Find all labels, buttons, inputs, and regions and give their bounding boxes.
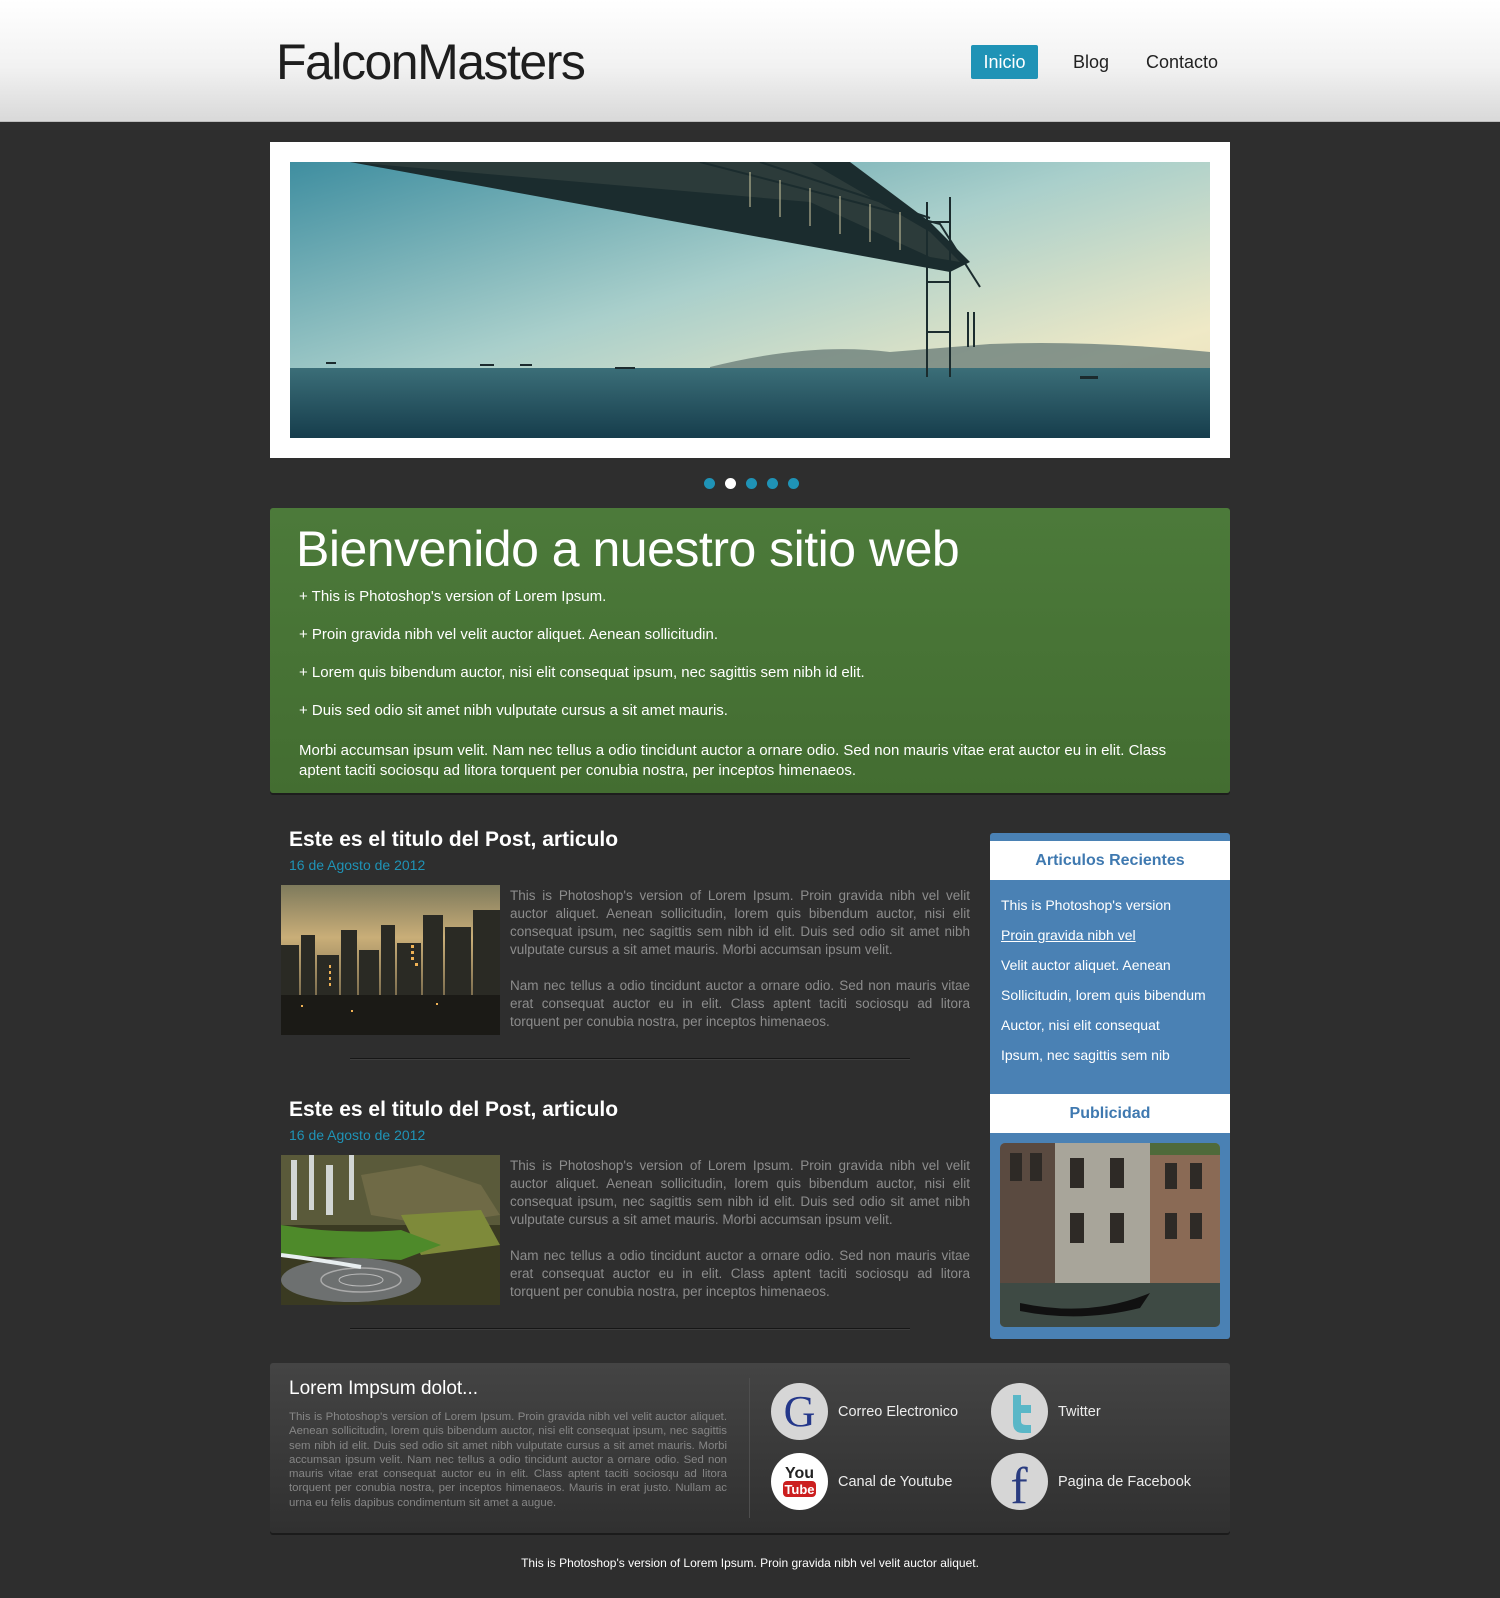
social-label: Correo Electronico [838, 1403, 959, 1420]
social-label: Pagina de Facebook [1058, 1473, 1192, 1490]
ad-image-venice[interactable] [1000, 1143, 1220, 1327]
post-divider [350, 1328, 910, 1330]
site-logo[interactable]: FalconMasters [276, 33, 586, 91]
footer-divider [749, 1378, 750, 1518]
recent-article-link[interactable]: Sollicitudin, lorem quis bibendum [1001, 987, 1206, 1003]
slider-dots [704, 478, 799, 489]
youtube-icon: You Tube [771, 1453, 828, 1510]
post-excerpt: This is Photoshop's version of Lorem Ips… [510, 1158, 970, 1227]
social-facebook-link[interactable]: f Pagina de Facebook [991, 1453, 1191, 1510]
welcome-list-item: + Lorem quis bibendum auctor, nisi elit … [299, 664, 865, 681]
recent-article-link[interactable]: Proin gravida nibh vel [1001, 927, 1136, 943]
welcome-list-item: + This is Photoshop's version of Lorem I… [299, 588, 607, 605]
nav-inicio[interactable]: Inicio [971, 45, 1038, 79]
recent-article-link[interactable]: Velit auctor aliquet. Aenean [1001, 957, 1171, 973]
post-title[interactable]: Este es el titulo del Post, articulo [289, 828, 618, 852]
sidebar: Articulos Recientes This is Photoshop's … [990, 833, 1230, 1339]
recent-article-link[interactable]: Ipsum, nec sagittis sem nib [1001, 1047, 1170, 1063]
social-twitter-link[interactable]: Twitter [991, 1383, 1101, 1440]
recent-articles-heading: Articulos Recientes [990, 841, 1230, 880]
slider-dot[interactable] [767, 478, 778, 489]
welcome-paragraph: Morbi accumsan ipsum velit. Nam nec tell… [299, 742, 1167, 779]
svg-text:f: f [1010, 1458, 1028, 1510]
footer-text: This is Photoshop's version of Lorem Ips… [289, 1411, 727, 1509]
slider-dot-active[interactable] [725, 478, 736, 489]
site-header: FalconMasters Inicio Blog Contacto [0, 0, 1500, 122]
slide-bridge-image [290, 162, 1210, 438]
google-icon: G [771, 1383, 828, 1440]
social-youtube-link[interactable]: You Tube Canal de Youtube [771, 1453, 953, 1510]
post-thumbnail-city[interactable] [281, 885, 500, 1035]
footer-title: Lorem Impsum dolot... [289, 1378, 479, 1399]
footer-panel: Lorem Impsum dolot... This is Photoshop'… [270, 1363, 1230, 1533]
nav-contacto[interactable]: Contacto [1146, 45, 1218, 79]
post-date: 16 de Agosto de 2012 [289, 857, 426, 873]
youtube-tube-text: Tube [784, 1482, 814, 1497]
post-date: 16 de Agosto de 2012 [289, 1127, 426, 1143]
social-label: Canal de Youtube [838, 1473, 953, 1490]
welcome-title: Bienvenido a nuestro sitio web [296, 521, 960, 577]
ad-heading: Publicidad [990, 1094, 1230, 1133]
twitter-icon [991, 1383, 1048, 1440]
post-excerpt: Nam nec tellus a odio tincidunt auctor a… [510, 978, 970, 1029]
welcome-list-item: + Duis sed odio sit amet nibh vulputate … [299, 702, 728, 719]
svg-text:G: G [784, 1387, 816, 1436]
slider-dot[interactable] [788, 478, 799, 489]
slider-dot[interactable] [704, 478, 715, 489]
welcome-list-item: + Proin gravida nibh vel velit auctor al… [299, 626, 719, 643]
youtube-you-text: You [785, 1465, 814, 1482]
post-title[interactable]: Este es el titulo del Post, articulo [289, 1098, 618, 1122]
social-email-link[interactable]: G Correo Electronico [771, 1383, 958, 1440]
slider-dot[interactable] [746, 478, 757, 489]
copyright-text: This is Photoshop's version of Lorem Ips… [521, 1556, 979, 1570]
welcome-panel: Bienvenido a nuestro sitio web + This is… [270, 508, 1230, 793]
recent-article-link[interactable]: This is Photoshop's version [1001, 897, 1171, 913]
recent-article-link[interactable]: Auctor, nisi elit consequat [1001, 1017, 1160, 1033]
post-excerpt: Nam nec tellus a odio tincidunt auctor a… [510, 1248, 970, 1299]
facebook-icon: f [991, 1453, 1048, 1510]
post-divider [350, 1058, 910, 1060]
nav-blog[interactable]: Blog [1073, 45, 1109, 79]
post-excerpt: This is Photoshop's version of Lorem Ips… [510, 888, 970, 957]
post-thumbnail-waterfall[interactable] [281, 1155, 500, 1305]
hero-slider [270, 142, 1230, 458]
social-label: Twitter [1058, 1403, 1101, 1420]
